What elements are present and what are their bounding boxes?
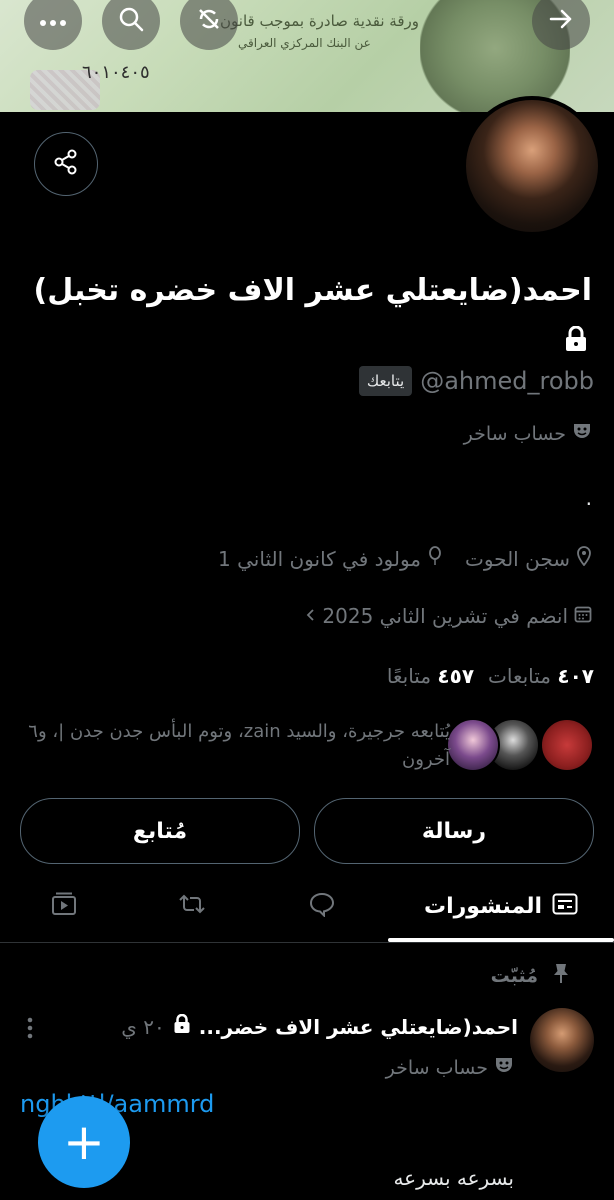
post-parody-text: حساب ساخر [385,1056,488,1079]
post-header: احمد(ضايعتلي عشر الاف خضر... ٢٠ ي [121,1013,518,1039]
following-count: ٤٠٧ [557,664,594,688]
following-label: متابعات [488,664,552,688]
follower-avatar [540,718,594,772]
more-horizontal-icon [39,12,67,31]
parody-text: حساب ساخر [463,422,566,445]
joined-date: انضم في تشرين الثاني 2025 [304,604,592,628]
following-button[interactable]: مُتابع [20,798,300,864]
comment-icon [308,891,336,921]
post-text: بسرعه بسرعه [393,1166,514,1190]
followers-stat[interactable]: ٤٥٧ متابعًا [387,664,474,688]
tab-media[interactable] [32,870,96,942]
location-pin-icon [576,546,592,571]
parody-label: حساب ساخر [464,422,592,445]
follows-you-badge: يتابعك [358,366,413,396]
banner-text: ورقة نقدية صادرة بموجب قانون [220,12,419,30]
repost-icon [177,892,207,920]
birthday-text: مولود في كانون الثاني 1 [218,546,422,571]
more-vertical-icon [26,1017,34,1044]
banner-serial: ٦٠١٠٤٠٥ [82,62,150,83]
profile-tabs: المنشورات [0,870,614,943]
banner-subtext: عن البنك المركزي العراقي [238,36,371,50]
lock-icon [173,1013,191,1039]
tab-active-indicator [388,938,614,942]
arrow-right-icon [547,5,575,37]
tab-posts[interactable]: المنشورات [388,870,614,942]
followed-by[interactable]: يُتابعه جرجيرة، والسيد zain، وتوم البأس … [14,718,594,774]
follower-avatars [446,718,594,772]
chevron-left-icon[interactable] [304,604,316,628]
profile-actions: مُتابع رسالة [20,798,594,864]
search-icon [117,5,145,37]
posts-icon [552,893,578,919]
lock-icon [564,325,588,356]
theater-mask-icon [572,422,592,445]
pinned-label: مُثبّت [490,964,538,987]
follower-avatar [446,718,500,772]
video-icon [50,891,78,921]
following-stat[interactable]: ٤٠٧ متابعات [488,664,594,688]
message-button[interactable]: رسالة [314,798,594,864]
profile-banner[interactable]: ورقة نقدية صادرة بموجب قانون عن البنك ال… [0,0,614,112]
profile-avatar[interactable] [462,96,602,236]
theater-mask-icon [494,1056,514,1079]
bio: . [585,486,592,510]
user-handle: @ahmed_robb [420,367,594,395]
display-name: احمد(ضايعتلي عشر الاف خضره تخبل) [33,273,592,308]
location: سجن الحوت [465,546,592,571]
tab-reposts[interactable] [160,870,224,942]
tab-posts-label: المنشورات [423,893,543,919]
share-icon [52,148,80,180]
followers-count: ٤٥٧ [437,664,475,688]
post-parody-label: حساب ساخر [386,1056,514,1079]
balloon-icon [427,546,443,571]
compose-button[interactable]: + [38,1096,130,1188]
post-time: ٢٠ ي [121,1014,165,1039]
handle-row: يتابعك @ahmed_robb [358,366,594,396]
post-author-avatar[interactable] [530,1008,594,1072]
pin-icon [552,962,570,989]
refresh-off-icon [195,5,223,37]
share-button[interactable] [34,132,98,196]
calendar-icon [574,604,592,628]
joined-text: انضم في تشرين الثاني 2025 [322,604,568,628]
follow-stats: ٤٠٧ متابعات ٤٥٧ متابعًا [387,664,594,688]
followers-label: متابعًا [386,664,432,688]
location-text: سجن الحوت [465,546,570,571]
post-more-button[interactable] [26,1016,34,1044]
post-author-name[interactable]: احمد(ضايعتلي عشر الاف خضر... [199,1015,518,1039]
tab-replies[interactable] [290,870,354,942]
profile-meta: سجن الحوت مولود في كانون الثاني 1 [218,546,592,571]
followed-by-text: يُتابعه جرجيرة، والسيد zain، وتوم البأس … [28,721,450,770]
birthday: مولود في كانون الثاني 1 [218,546,443,571]
plus-icon: + [63,1113,105,1171]
pinned-indicator: مُثبّت [491,962,570,989]
